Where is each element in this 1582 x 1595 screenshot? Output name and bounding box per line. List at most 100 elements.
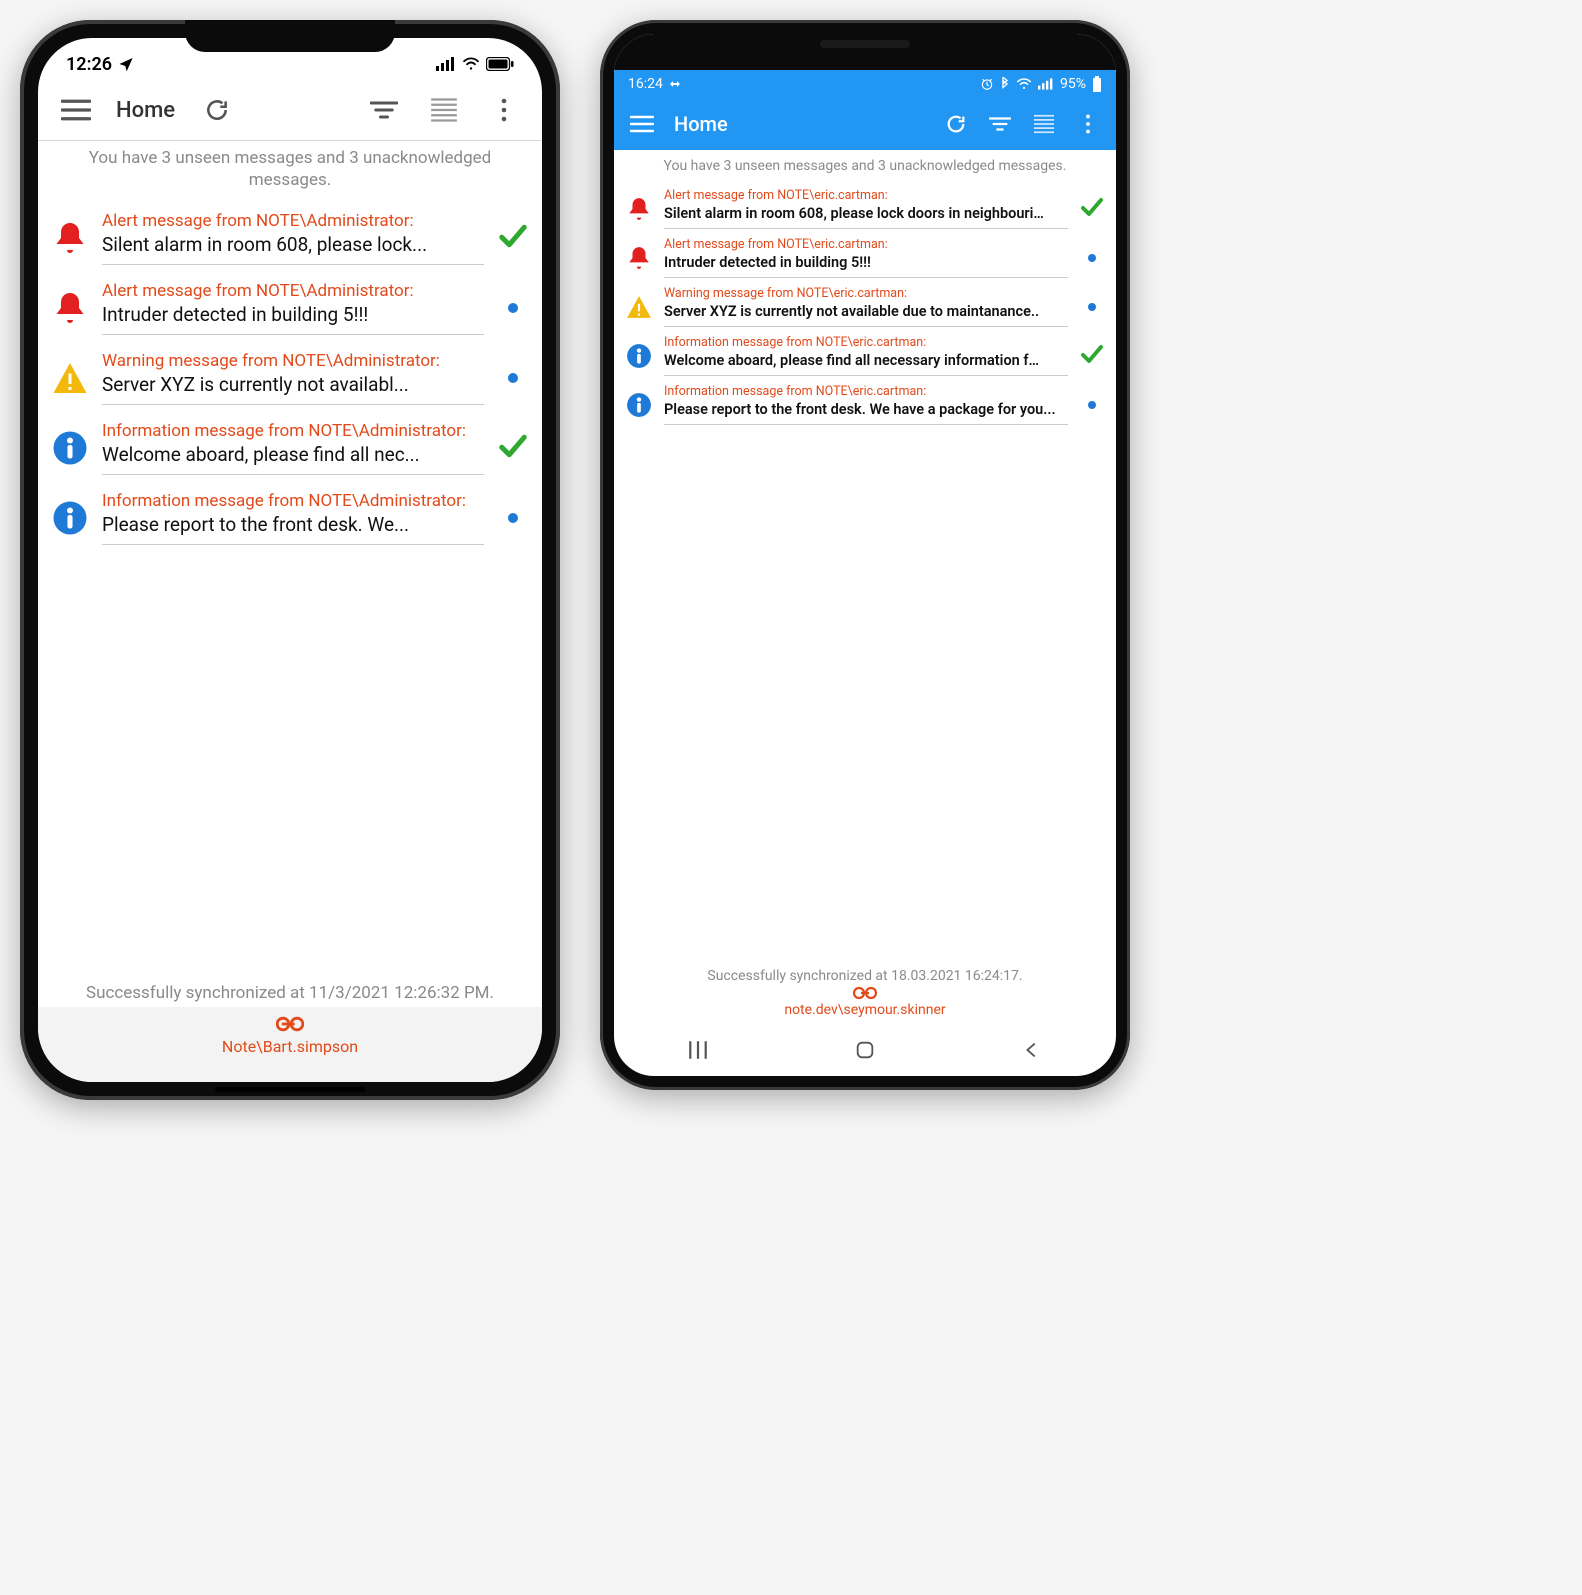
- unread-dot-icon: [1088, 254, 1096, 262]
- message-status: [496, 513, 530, 523]
- message-type-icon: [50, 500, 90, 536]
- density-button[interactable]: [416, 88, 472, 132]
- unread-dot-icon: [508, 373, 518, 383]
- location-arrow-icon: [118, 56, 134, 72]
- home-nav-icon: [854, 1039, 876, 1061]
- bell-icon: [626, 196, 652, 222]
- back-button[interactable]: [1021, 1039, 1043, 1066]
- message-row[interactable]: Alert message from NOTE\eric.cartman:Int…: [614, 231, 1116, 280]
- message-type-icon: [624, 343, 654, 369]
- alarm-icon: [980, 77, 994, 91]
- sync-status: Successfully synchronized at 11/3/2021 1…: [38, 977, 542, 1007]
- message-body: Alert message from NOTE\eric.cartman:Int…: [664, 237, 1068, 278]
- android-screen: 16:24 95% Home: [614, 34, 1116, 1076]
- message-row[interactable]: Warning message from NOTE\eric.cartman:S…: [614, 280, 1116, 329]
- page-title: Home: [664, 112, 728, 136]
- message-from: Information message from NOTE\eric.cartm…: [664, 384, 1066, 399]
- message-row[interactable]: Information message from NOTE\eric.cartm…: [614, 329, 1116, 378]
- ios-home-indicator[interactable]: [215, 1087, 365, 1092]
- acknowledged-icon: [1080, 197, 1104, 221]
- recents-icon: [687, 1039, 709, 1061]
- message-type-icon: [624, 392, 654, 418]
- message-type-icon: [50, 290, 90, 326]
- message-status: [1078, 197, 1106, 221]
- iphone-device-frame: 12:26 Home: [20, 20, 560, 1100]
- more-button[interactable]: [1066, 102, 1110, 146]
- message-type-icon: [624, 294, 654, 320]
- wifi-icon: [1016, 78, 1032, 90]
- filter-button[interactable]: [978, 102, 1022, 146]
- message-row[interactable]: Information message from NOTE\eric.cartm…: [614, 378, 1116, 427]
- refresh-button[interactable]: [934, 102, 978, 146]
- message-text: Please report to the front desk. We have…: [664, 401, 1066, 418]
- filter-icon: [989, 116, 1011, 132]
- message-row[interactable]: Alert message from NOTE\Administrator:Si…: [38, 201, 542, 271]
- message-from: Alert message from NOTE\Administrator:: [102, 281, 480, 301]
- message-status: [1078, 303, 1106, 311]
- link-icon: [853, 986, 877, 1000]
- connection-link[interactable]: note.dev\seymour.skinner: [614, 986, 1116, 1028]
- connection-link[interactable]: Note\Bart.simpson: [38, 1015, 542, 1056]
- message-body: Warning message from NOTE\eric.cartman:S…: [664, 286, 1068, 327]
- home-button[interactable]: [854, 1039, 876, 1066]
- warning-icon: [626, 294, 652, 320]
- info-icon: [626, 343, 652, 369]
- message-body: Information message from NOTE\eric.cartm…: [664, 335, 1068, 376]
- recents-button[interactable]: [687, 1039, 709, 1066]
- message-body: Information message from NOTE\eric.cartm…: [664, 384, 1068, 425]
- message-row[interactable]: Alert message from NOTE\Administrator:In…: [38, 271, 542, 341]
- filter-icon: [370, 100, 398, 120]
- ios-screen: 12:26 Home: [38, 38, 542, 1082]
- menu-button[interactable]: [48, 88, 104, 132]
- message-from: Warning message from NOTE\eric.cartman:: [664, 286, 1066, 301]
- message-from: Information message from NOTE\eric.cartm…: [664, 335, 1066, 350]
- message-row[interactable]: Alert message from NOTE\eric.cartman: Sil…: [614, 182, 1116, 231]
- message-row[interactable]: Information message from NOTE\Administra…: [38, 481, 542, 551]
- ios-message-list[interactable]: Alert message from NOTE\Administrator: Si…: [38, 201, 542, 764]
- message-body: Warning message from NOTE\Administrator:…: [102, 351, 484, 405]
- info-icon: [52, 500, 88, 536]
- message-from: Information message from NOTE\Administra…: [102, 491, 480, 511]
- message-from: Information message from NOTE\Administra…: [102, 421, 480, 441]
- acknowledged-icon: [498, 223, 528, 253]
- message-body: Alert message from NOTE\eric.cartman: Sil…: [664, 188, 1068, 229]
- density-button[interactable]: [1022, 102, 1066, 146]
- message-body: Alert message from NOTE\Administrator:In…: [102, 281, 484, 335]
- acknowledged-icon: [498, 433, 528, 463]
- android-nav-bar: [614, 1028, 1116, 1076]
- message-text: Silent alarm in room 608, please lock do…: [664, 205, 1066, 222]
- message-type-icon: [50, 360, 90, 396]
- filter-button[interactable]: [356, 88, 412, 132]
- menu-button[interactable]: [620, 102, 664, 146]
- ios-footer: Note\Bart.simpson: [38, 1007, 542, 1082]
- info-icon: [626, 392, 652, 418]
- message-text: Welcome aboard, please find all necessar…: [664, 352, 1066, 369]
- android-app-bar: Home: [614, 98, 1116, 150]
- android-clock: 16:24: [628, 76, 663, 92]
- message-row[interactable]: Information message from NOTE\Administra…: [38, 411, 542, 481]
- message-status: [496, 223, 530, 253]
- sync-indicator-icon: [669, 78, 681, 90]
- android-message-list[interactable]: Alert message from NOTE\eric.cartman: Sil…: [614, 182, 1116, 427]
- connection-label: Note\Bart.simpson: [222, 1037, 358, 1056]
- message-status: [496, 373, 530, 383]
- info-icon: [52, 430, 88, 466]
- battery-percent: 95%: [1060, 76, 1086, 92]
- message-status: [496, 433, 530, 463]
- message-row[interactable]: Warning message from NOTE\Administrator:…: [38, 341, 542, 411]
- message-text: Silent alarm in room 608, please lock...: [102, 233, 480, 256]
- refresh-icon: [945, 113, 967, 135]
- sync-status: Successfully synchronized at 18.03.2021 …: [614, 964, 1116, 986]
- more-button[interactable]: [476, 88, 532, 132]
- message-status: [496, 303, 530, 313]
- message-from: Alert message from NOTE\eric.cartman:: [664, 188, 1066, 203]
- refresh-button[interactable]: [189, 88, 245, 132]
- message-from: Warning message from NOTE\Administrator:: [102, 351, 480, 371]
- message-text: Welcome aboard, please find all nec...: [102, 443, 480, 466]
- message-body: Alert message from NOTE\Administrator:Si…: [102, 211, 484, 265]
- unread-dot-icon: [508, 513, 518, 523]
- bell-icon: [52, 220, 88, 256]
- message-type-icon: [624, 196, 654, 222]
- cellular-signal-icon: [436, 57, 456, 71]
- hamburger-icon: [61, 98, 91, 122]
